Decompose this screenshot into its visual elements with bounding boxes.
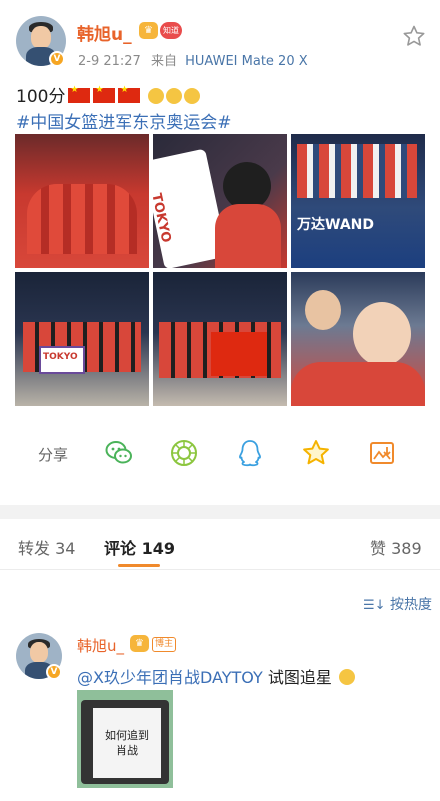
photo-2-player-head xyxy=(223,162,271,210)
photo-3[interactable]: 万达WAND xyxy=(291,134,425,268)
member-badge-icon: ♛ xyxy=(139,22,158,39)
interaction-tabbar: 转发 34 评论 149 赞 389 xyxy=(0,519,440,570)
post-text-content: 100分 xyxy=(16,87,66,107)
verified-icon: V xyxy=(49,51,65,67)
verified-icon: V xyxy=(46,664,62,680)
photo-4[interactable]: TOKYO xyxy=(15,272,149,406)
share-label: 分享 xyxy=(38,446,69,464)
comment-body: 试图追星 xyxy=(262,668,332,687)
avatar-face xyxy=(29,642,49,663)
post-meta: 2-9 21:27 来自 HUAWEI Mate 20 X xyxy=(78,50,308,69)
author-name[interactable]: 韩旭u_ xyxy=(77,20,132,45)
post-device[interactable]: HUAWEI Mate 20 X xyxy=(185,54,308,69)
emoji-icon xyxy=(338,669,355,685)
emoji-icon xyxy=(147,88,164,104)
photo-5[interactable] xyxy=(153,272,287,406)
emoji-icon xyxy=(165,88,182,104)
avatar-face xyxy=(31,26,51,49)
active-tab-indicator xyxy=(118,564,160,567)
photo-6[interactable] xyxy=(291,272,425,406)
tab-repost[interactable]: 转发 34 xyxy=(18,535,75,559)
post-hashtag[interactable]: #中国女篮进军东京奥运会# xyxy=(16,108,232,133)
photo-1[interactable] xyxy=(15,134,149,268)
china-flag-icon xyxy=(93,85,116,103)
post-source-prefix: 来自 xyxy=(150,54,177,69)
post-text: 100分 xyxy=(16,82,200,107)
sort-icon: ☰↓ xyxy=(363,598,386,613)
image-save-icon[interactable] xyxy=(367,438,397,468)
photo-3-crowd xyxy=(297,144,417,198)
photo-6-face-left xyxy=(305,290,341,330)
post-timestamp: 2-9 21:27 xyxy=(78,54,141,69)
photo-4-label: TOKYO xyxy=(43,352,78,362)
china-flag-icon xyxy=(118,85,141,103)
comment-image-caption: 如何追到 肖战 xyxy=(105,729,149,757)
tab-likes[interactable]: 赞 389 xyxy=(370,535,422,559)
comment-image[interactable]: 如何追到 肖战 xyxy=(77,690,173,788)
tab-comments[interactable]: 评论 149 xyxy=(104,535,175,559)
photo-2[interactable]: TOKYO xyxy=(153,134,287,268)
china-flag-icon xyxy=(68,85,91,103)
emoji-icon xyxy=(183,88,200,104)
photo-2-player-body xyxy=(215,204,281,268)
qq-icon[interactable] xyxy=(235,438,265,468)
photo-6-jackets xyxy=(291,362,425,406)
comment-text: @X玖少年团肖战DAYTOY 试图追星 xyxy=(77,664,355,688)
comment-mention[interactable]: @X玖少年团肖战DAYTOY xyxy=(77,668,263,687)
moments-icon[interactable] xyxy=(169,438,199,468)
photo-3-label: 万达WAND xyxy=(297,217,374,233)
star-outline-icon[interactable] xyxy=(402,24,426,48)
sort-label: 按热度 xyxy=(390,597,432,613)
host-tag: 博主 xyxy=(152,637,176,652)
author-badge: 知道 xyxy=(160,22,182,39)
member-badge-icon: ♛ xyxy=(130,635,149,652)
sort-button[interactable]: ☰↓ 按热度 xyxy=(363,594,432,614)
photo-6-face-right xyxy=(353,302,411,366)
photo-5-flag xyxy=(211,332,267,376)
star-icon[interactable] xyxy=(301,438,331,468)
photo-1-crowd xyxy=(27,184,137,254)
wechat-icon[interactable] xyxy=(104,438,134,468)
comment-author[interactable]: 韩旭u_ xyxy=(77,635,124,656)
